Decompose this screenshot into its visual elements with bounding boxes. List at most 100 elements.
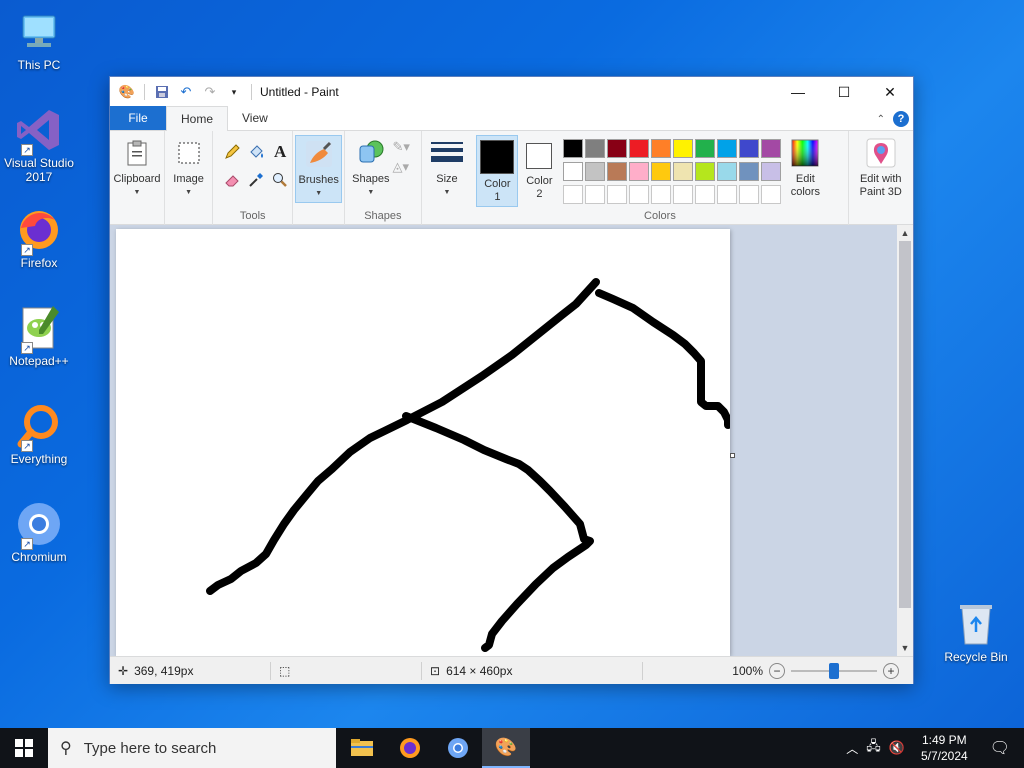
palette-swatch[interactable] [651, 162, 672, 181]
taskbar-paint[interactable]: 🎨 [482, 728, 530, 768]
color1-swatch [480, 140, 515, 174]
taskbar-chromium[interactable] [434, 728, 482, 768]
paint-app-icon[interactable]: 🎨 [118, 83, 136, 101]
color2-button[interactable]: Color 2 [518, 135, 560, 207]
palette-swatch[interactable] [629, 139, 650, 158]
magnifier-icon[interactable] [269, 169, 291, 191]
taskbar-file-explorer[interactable] [338, 728, 386, 768]
palette-swatch[interactable] [673, 185, 694, 204]
taskbar-firefox[interactable] [386, 728, 434, 768]
zoom-out-button[interactable]: − [769, 662, 785, 679]
drawing-canvas[interactable] [116, 229, 732, 656]
scroll-up-icon[interactable]: ▲ [897, 225, 913, 241]
palette-swatch[interactable] [563, 139, 584, 158]
paint3d-label-2: Paint 3D [859, 186, 902, 198]
palette-swatch[interactable] [739, 139, 760, 158]
taskbar-search-box[interactable]: ⚲ Type here to search [48, 728, 336, 768]
collapse-ribbon-icon[interactable]: ⌃ [877, 114, 885, 125]
palette-swatch[interactable] [761, 185, 782, 204]
notification-icon[interactable]: 🗨 [984, 738, 1016, 758]
palette-swatch[interactable] [673, 139, 694, 158]
customize-chevron-icon[interactable]: ▾ [225, 83, 243, 101]
selection-size-icon: ⬚ [279, 663, 291, 678]
recycle-bin-icon [952, 600, 1000, 648]
system-tray: ︿ 🖧 🔇 1:49 PM 5/7/2024 🗨 [846, 728, 1024, 768]
shortcut-arrow-icon: ↗ [21, 144, 33, 156]
pencil-icon[interactable] [221, 141, 243, 163]
palette-swatch[interactable] [563, 162, 584, 181]
network-icon[interactable]: 🖧 [866, 737, 881, 759]
palette-swatch[interactable] [761, 139, 782, 158]
desktop-icon-recycle-bin[interactable]: Recycle Bin [940, 600, 1012, 664]
palette-swatch[interactable] [695, 162, 716, 181]
palette-swatch[interactable] [651, 185, 672, 204]
desktop-icon-everything[interactable]: ↗ Everything [4, 402, 74, 466]
brushes-button[interactable]: Brushes ▼ [295, 135, 343, 203]
redo-icon[interactable]: ↷ [201, 83, 219, 101]
palette-swatch[interactable] [585, 185, 606, 204]
desktop-icon-visual-studio[interactable]: ↗ Visual Studio 2017 [4, 106, 74, 184]
palette-swatch[interactable] [563, 185, 584, 204]
color1-button[interactable]: Color 1 [476, 135, 519, 207]
palette-swatch[interactable] [585, 139, 606, 158]
resize-handle[interactable] [730, 453, 735, 458]
close-button[interactable]: ✕ [867, 77, 913, 107]
palette-swatch[interactable] [695, 185, 716, 204]
color2-number: 2 [536, 188, 543, 200]
image-button[interactable]: Image ▼ [169, 135, 208, 201]
zoom-slider-knob[interactable] [829, 662, 839, 679]
ribbon: Clipboard ▼ Image ▼ A Tools Brushes ▼ Sh… [110, 131, 913, 225]
fill-bucket-icon[interactable] [245, 141, 267, 163]
chevron-up-icon[interactable]: ︿ [846, 740, 858, 757]
maximize-button[interactable]: ☐ [821, 77, 867, 107]
text-icon[interactable]: A [269, 141, 291, 163]
clipboard-group: Clipboard ▼ [110, 131, 165, 225]
size-button[interactable]: Size ▼ [426, 135, 469, 201]
palette-swatch[interactable] [651, 139, 672, 158]
edit-colors-button[interactable]: Edit colors [784, 135, 826, 207]
desktop-icon-chromium[interactable]: ↗ Chromium [4, 500, 74, 564]
palette-swatch[interactable] [629, 162, 650, 181]
scroll-down-icon[interactable]: ▼ [897, 640, 913, 656]
edit-with-paint3d-button[interactable]: Edit with Paint 3D [853, 135, 909, 201]
palette-swatch[interactable] [717, 185, 738, 204]
desktop-icon-this-pc[interactable]: This PC [4, 8, 74, 72]
palette-swatch[interactable] [739, 162, 760, 181]
desktop-icon-firefox[interactable]: ↗ Firefox [4, 206, 74, 270]
desktop-icon-notepadpp[interactable]: ↗ Notepad++ [4, 304, 74, 368]
palette-swatch[interactable] [585, 162, 606, 181]
palette-swatch[interactable] [717, 162, 738, 181]
start-button[interactable] [0, 728, 48, 768]
palette-swatch[interactable] [607, 162, 628, 181]
clipboard-button[interactable]: Clipboard ▼ [113, 135, 161, 201]
tab-file[interactable]: File [110, 106, 166, 130]
zoom-slider[interactable] [791, 662, 877, 679]
edit-colors-icon [789, 137, 821, 169]
fill-icon[interactable]: ◬▾ [392, 159, 409, 175]
palette-swatch[interactable] [739, 185, 760, 204]
paint-window: 🎨 ↶ ↷ ▾ Untitled - Paint — ☐ ✕ File Home… [109, 76, 914, 684]
shapes-button[interactable]: Shapes ▼ [349, 135, 392, 201]
palette-swatch[interactable] [695, 139, 716, 158]
tab-view[interactable]: View [228, 106, 282, 130]
save-icon[interactable] [153, 83, 171, 101]
tab-home[interactable]: Home [166, 106, 229, 131]
outline-icon[interactable]: ✎▾ [392, 139, 409, 155]
palette-swatch[interactable] [761, 162, 782, 181]
palette-swatch[interactable] [673, 162, 694, 181]
palette-swatch[interactable] [717, 139, 738, 158]
quick-access-toolbar: 🎨 ↶ ↷ ▾ [110, 83, 254, 101]
scrollbar-thumb[interactable] [899, 241, 911, 608]
color-picker-icon[interactable] [245, 169, 267, 191]
palette-swatch[interactable] [607, 185, 628, 204]
clock[interactable]: 1:49 PM 5/7/2024 [913, 732, 976, 764]
palette-swatch[interactable] [607, 139, 628, 158]
zoom-in-button[interactable]: + [883, 662, 899, 679]
eraser-icon[interactable] [221, 169, 243, 191]
help-icon[interactable]: ? [893, 111, 909, 127]
minimize-button[interactable]: — [775, 77, 821, 107]
volume-muted-icon[interactable]: 🔇 [889, 740, 905, 756]
undo-icon[interactable]: ↶ [177, 83, 195, 101]
palette-swatch[interactable] [629, 185, 650, 204]
vertical-scrollbar[interactable]: ▲ ▼ [897, 225, 913, 656]
